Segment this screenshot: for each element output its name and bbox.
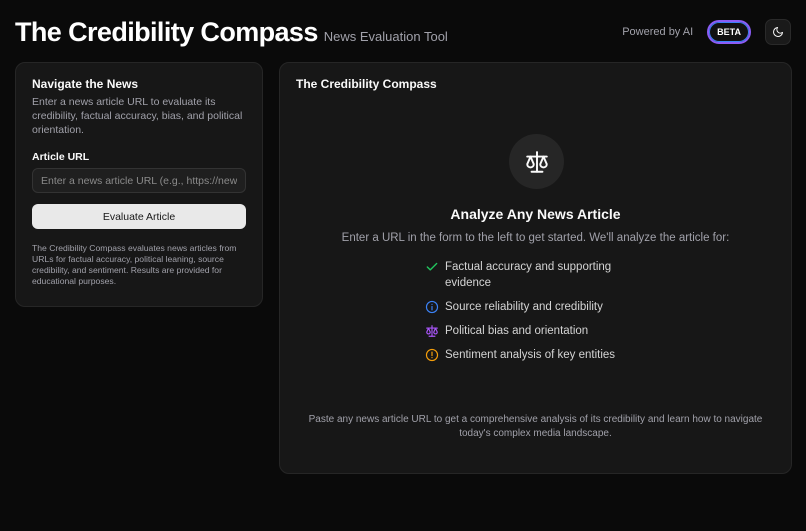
powered-by-label: Powered by AI bbox=[622, 26, 694, 38]
brand: The Credibility Compass News Evaluation … bbox=[15, 17, 448, 48]
url-form-card: Navigate the News Enter a news article U… bbox=[15, 62, 263, 307]
feature-item-factual: Factual accuracy and supporting evidence bbox=[425, 259, 665, 291]
form-disclaimer: The Credibility Compass evaluates news a… bbox=[32, 243, 237, 286]
check-icon bbox=[426, 262, 438, 271]
app-page: The Credibility Compass News Evaluation … bbox=[0, 0, 806, 531]
alert-icon bbox=[425, 348, 439, 362]
evaluate-article-button[interactable]: Evaluate Article bbox=[32, 204, 246, 229]
analyze-subheading: Enter a URL in the form to the left to g… bbox=[341, 232, 730, 244]
header: The Credibility Compass News Evaluation … bbox=[15, 14, 791, 50]
results-footer-note: Paste any news article URL to get a comp… bbox=[308, 414, 763, 439]
form-description: Enter a news article URL to evaluate its… bbox=[32, 96, 243, 136]
feature-list: Factual accuracy and supporting evidence… bbox=[425, 259, 665, 371]
beta-badge: BETA bbox=[707, 20, 751, 44]
app-subtitle: News Evaluation Tool bbox=[323, 28, 448, 44]
feature-item-bias: Political bias and orientation bbox=[425, 323, 665, 339]
app-title: The Credibility Compass bbox=[15, 16, 318, 47]
scale-icon bbox=[426, 325, 438, 337]
moon-icon bbox=[773, 27, 783, 37]
info-icon bbox=[425, 300, 439, 314]
feature-item-source: Source reliability and credibility bbox=[425, 299, 665, 315]
theme-toggle-button[interactable] bbox=[765, 19, 791, 45]
article-url-label: Article URL bbox=[32, 151, 90, 163]
results-title: The Credibility Compass bbox=[296, 77, 437, 91]
feature-label: Political bias and orientation bbox=[445, 325, 589, 337]
feature-label: Source reliability and credibility bbox=[445, 301, 603, 313]
scale-icon bbox=[525, 150, 548, 173]
header-actions: Powered by AI BETA bbox=[622, 19, 791, 45]
analyze-heading: Analyze Any News Article bbox=[450, 206, 621, 222]
form-title: Navigate the News bbox=[32, 77, 139, 91]
results-card: The Credibility Compass Analyze Any News… bbox=[279, 62, 792, 474]
scale-icon-circle bbox=[509, 134, 564, 189]
feature-label: Factual accuracy and supporting evidence bbox=[445, 261, 612, 289]
feature-label: Sentiment analysis of key entities bbox=[445, 349, 616, 361]
article-url-input[interactable] bbox=[32, 168, 246, 193]
feature-item-sentiment: Sentiment analysis of key entities bbox=[425, 347, 665, 363]
